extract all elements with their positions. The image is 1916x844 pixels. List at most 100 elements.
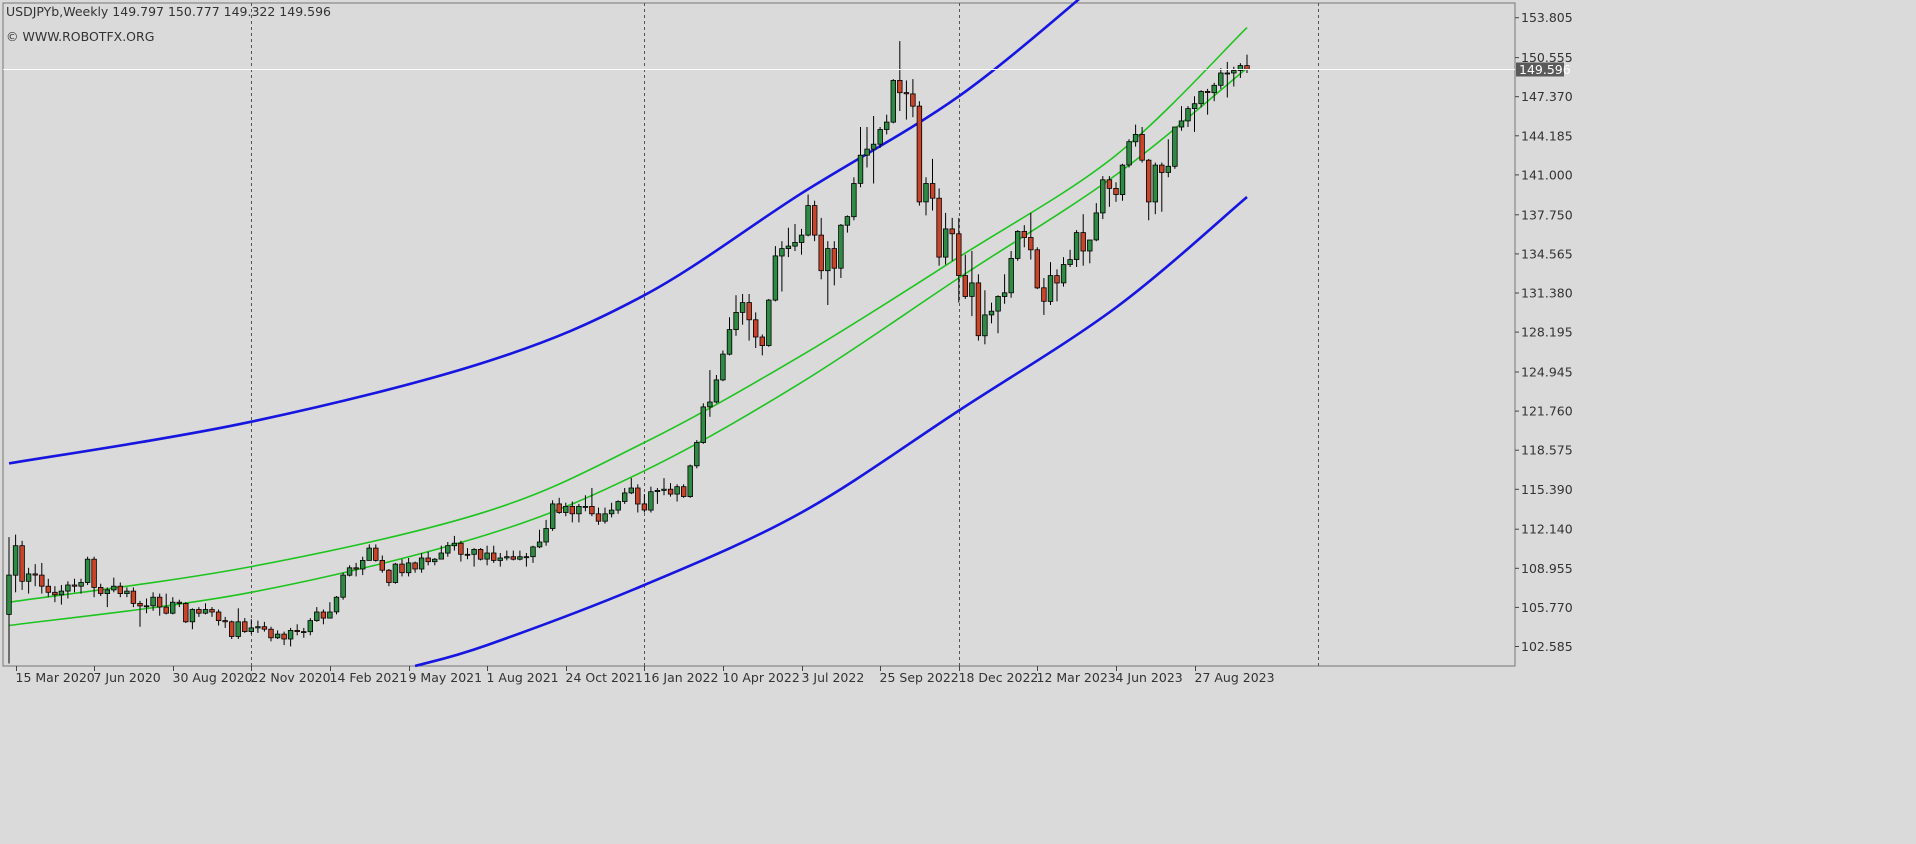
bear-candle: [52, 586, 58, 603]
bear-candle: [956, 217, 962, 303]
candle-body: [1080, 232, 1086, 252]
candle-body: [78, 582, 84, 587]
candle-body: [569, 505, 575, 515]
candle-body: [897, 80, 903, 94]
bull-candle: [674, 484, 680, 502]
bear-candle: [39, 562, 45, 594]
bull-candle: [235, 608, 241, 639]
bear-candle: [831, 241, 837, 286]
candle-body: [943, 228, 949, 258]
bull-candle: [720, 350, 726, 382]
candle-body: [890, 80, 896, 123]
bear-candle: [183, 602, 189, 623]
candle-body: [399, 563, 405, 574]
candle-body: [65, 584, 71, 592]
bull-candle: [700, 403, 706, 444]
bear-candle: [510, 550, 516, 561]
candle-body: [1132, 133, 1139, 143]
candle-body: [1224, 72, 1230, 75]
x-tick-label: 22 Nov 2020: [251, 670, 331, 685]
bull-candle: [1001, 274, 1008, 304]
bull-candle: [333, 596, 340, 615]
bear-candle: [45, 578, 51, 598]
bull-candle: [124, 587, 130, 598]
x-tick-label: 10 Apr 2022: [723, 670, 800, 685]
bull-candle: [943, 212, 949, 265]
x-tick-label: 12 Mar 2023: [1037, 670, 1116, 685]
bear-candle: [242, 618, 248, 633]
candle-body: [438, 552, 444, 560]
candle-body: [340, 574, 346, 598]
bull-candle: [65, 581, 71, 599]
bear-candle: [130, 587, 137, 608]
candle-body: [648, 491, 654, 511]
bull-candle: [530, 545, 536, 563]
candle-body: [713, 379, 720, 403]
candle-body: [694, 442, 700, 467]
bear-candle: [268, 626, 274, 642]
bull-candle: [405, 558, 412, 577]
candle-body: [189, 609, 196, 623]
candle-body: [1231, 70, 1237, 74]
candle-body: [582, 505, 589, 508]
candle-body: [628, 487, 634, 494]
x-tick-label: 9 May 2021: [409, 670, 483, 685]
bull-candle: [988, 302, 995, 324]
bull-candle: [58, 585, 65, 605]
candle-body: [707, 401, 713, 408]
bear-candle: [1159, 162, 1165, 212]
bear-candle: [373, 544, 379, 562]
bear-candle: [228, 620, 235, 639]
bull-candle: [287, 627, 294, 647]
candle-body: [386, 569, 392, 583]
candle-body: [143, 605, 150, 608]
bull-candle: [713, 375, 720, 404]
candle-body: [870, 143, 877, 150]
bull-candle: [825, 241, 831, 305]
bull-candle: [1185, 106, 1191, 127]
bull-candle: [84, 556, 91, 585]
bear-candle: [477, 548, 484, 561]
bull-candle: [497, 553, 503, 567]
bull-candle: [923, 177, 929, 216]
bull-candle: [1060, 257, 1067, 287]
bear-candle: [379, 555, 385, 573]
y-tick-label: 153.805: [1521, 10, 1573, 25]
bear-candle: [1054, 269, 1060, 302]
bull-candle: [628, 478, 634, 495]
bull-candle: [694, 440, 700, 469]
bull-candle: [687, 464, 693, 498]
chart: 149.596 153.805 150.555 147.370 144.185 141.0…: [0, 0, 1916, 840]
bear-candle: [916, 101, 923, 206]
candle-body: [242, 621, 248, 632]
candle-body: [517, 556, 523, 560]
bear-candle: [589, 488, 595, 517]
bull-candle: [25, 567, 32, 594]
candle-body: [6, 574, 12, 615]
bull-candle: [608, 502, 615, 518]
bull-candle: [484, 545, 490, 566]
candle-body: [484, 552, 490, 560]
y-tick-label: 112.140: [1521, 522, 1573, 537]
candle-body: [857, 154, 864, 184]
candle-body: [1178, 120, 1185, 128]
candle-body: [726, 329, 733, 355]
candle-body: [176, 601, 182, 604]
candle-body: [766, 299, 772, 346]
candle-body: [261, 626, 268, 630]
bull-candle: [726, 317, 733, 356]
candle-body: [884, 121, 890, 130]
candle-body: [353, 567, 359, 570]
candle-body: [969, 282, 975, 297]
candle-body: [359, 560, 366, 570]
bull-candle: [805, 194, 811, 237]
bull-candle: [111, 577, 117, 593]
bull-candle: [1165, 139, 1171, 178]
bull-candle: [798, 228, 805, 255]
bull-candle: [340, 572, 346, 600]
bull-candle: [274, 630, 281, 639]
plot-frame: [2, 2, 1516, 667]
candle-body: [445, 545, 451, 554]
bull-candle: [451, 535, 458, 551]
candle-body: [687, 465, 693, 497]
